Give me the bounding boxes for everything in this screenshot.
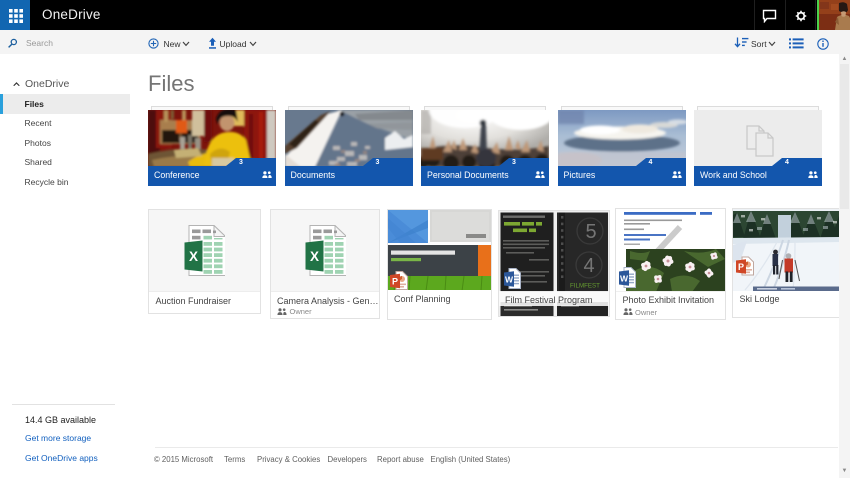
svg-text:X: X bbox=[309, 249, 318, 264]
svg-text:W: W bbox=[504, 274, 513, 284]
svg-text:5: 5 bbox=[585, 221, 596, 243]
svg-text:W: W bbox=[619, 274, 628, 284]
svg-text:FILMFEST: FILMFEST bbox=[570, 282, 600, 289]
svg-text:4: 4 bbox=[583, 255, 594, 277]
svg-text:P: P bbox=[391, 276, 397, 286]
svg-text:P: P bbox=[738, 262, 744, 272]
svg-text:X: X bbox=[189, 249, 198, 264]
